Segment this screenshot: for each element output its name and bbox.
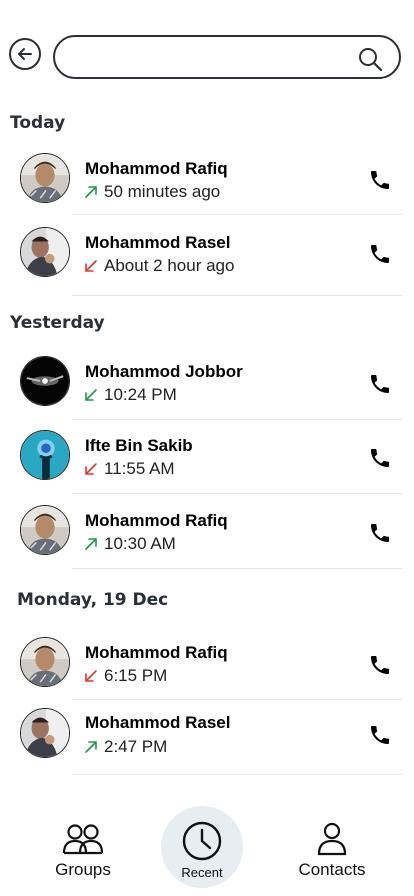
call-row[interactable]: Mohammod Rafiq 6:15 PM <box>0 629 414 699</box>
back-button[interactable] <box>9 38 41 70</box>
call-row[interactable]: Mohammod Jobbor 10:24 PM <box>0 348 414 418</box>
avatar <box>20 153 70 203</box>
avatar <box>20 708 70 758</box>
avatar <box>20 227 70 277</box>
missed-call-icon <box>85 463 97 475</box>
contact-name: Ifte Bin Sakib <box>85 436 193 455</box>
divider <box>72 419 402 420</box>
avatar <box>20 505 70 555</box>
search-icon[interactable] <box>357 46 383 72</box>
call-time: 6:15 PM <box>104 666 168 685</box>
divider <box>72 774 402 775</box>
top-bar <box>0 0 414 100</box>
call-time: About 2 hour ago <box>104 256 235 275</box>
call-time: 10:30 AM <box>104 534 176 553</box>
missed-call-icon <box>85 670 97 682</box>
tab-groups[interactable]: Groups <box>40 800 126 896</box>
phone-icon[interactable] <box>368 653 392 677</box>
avatar <box>20 356 70 406</box>
phone-icon[interactable] <box>368 242 392 266</box>
phone-icon[interactable] <box>368 723 392 747</box>
outgoing-call-icon <box>85 538 97 550</box>
call-time: 10:24 PM <box>104 385 177 404</box>
call-time: 50 minutes ago <box>104 182 221 201</box>
outgoing-call-icon <box>85 186 97 198</box>
clock-icon <box>182 821 222 861</box>
section-title-monday: Monday, 19 Dec <box>17 590 169 610</box>
call-row[interactable]: Mohammod Rafiq 50 minutes ago <box>0 145 414 215</box>
contact-name: Mohammod Jobbor <box>85 362 243 381</box>
call-row[interactable]: Mohammod Rasel About 2 hour ago <box>0 219 414 289</box>
call-time: 2:47 PM <box>104 737 168 756</box>
phone-icon[interactable] <box>368 446 392 470</box>
divider <box>72 568 402 569</box>
phone-icon[interactable] <box>368 372 392 396</box>
arrow-left-icon <box>18 48 32 60</box>
search-bar <box>53 35 401 79</box>
bottom-nav: Groups Recent Contacts <box>0 800 414 896</box>
contact-name: Mohammod Rasel <box>85 233 231 252</box>
section-title-yesterday: Yesterday <box>10 313 105 333</box>
avatar <box>20 430 70 480</box>
contact-name: Mohammod Rafiq <box>85 511 228 530</box>
divider <box>72 214 402 215</box>
call-time: 11:55 AM <box>104 459 175 478</box>
phone-icon[interactable] <box>368 521 392 545</box>
contact-name: Mohammod Rafiq <box>85 159 228 178</box>
tab-contacts-label: Contacts <box>298 860 366 879</box>
tab-contacts[interactable]: Contacts <box>286 800 378 896</box>
call-row[interactable]: Mohammod Rasel 2:47 PM <box>0 700 414 770</box>
search-input[interactable] <box>71 45 355 71</box>
section-title-today: Today <box>10 113 66 133</box>
outgoing-call-icon <box>85 741 97 753</box>
tab-recent-label: Recent <box>181 865 223 880</box>
call-row[interactable]: Mohammod Rafiq 10:30 AM <box>0 497 414 567</box>
contact-name: Mohammod Rafiq <box>85 643 228 662</box>
contact-name: Mohammod Rasel <box>85 713 231 732</box>
tab-recent[interactable]: Recent <box>161 800 243 896</box>
divider <box>72 493 402 494</box>
contacts-icon <box>317 822 347 856</box>
call-row[interactable]: Ifte Bin Sakib 11:55 AM <box>0 422 414 492</box>
phone-icon[interactable] <box>368 168 392 192</box>
missed-call-icon <box>85 260 97 272</box>
divider <box>72 295 402 296</box>
tab-groups-label: Groups <box>55 860 111 879</box>
avatar <box>20 637 70 687</box>
groups-icon <box>62 824 104 855</box>
incoming-call-icon <box>85 389 97 401</box>
